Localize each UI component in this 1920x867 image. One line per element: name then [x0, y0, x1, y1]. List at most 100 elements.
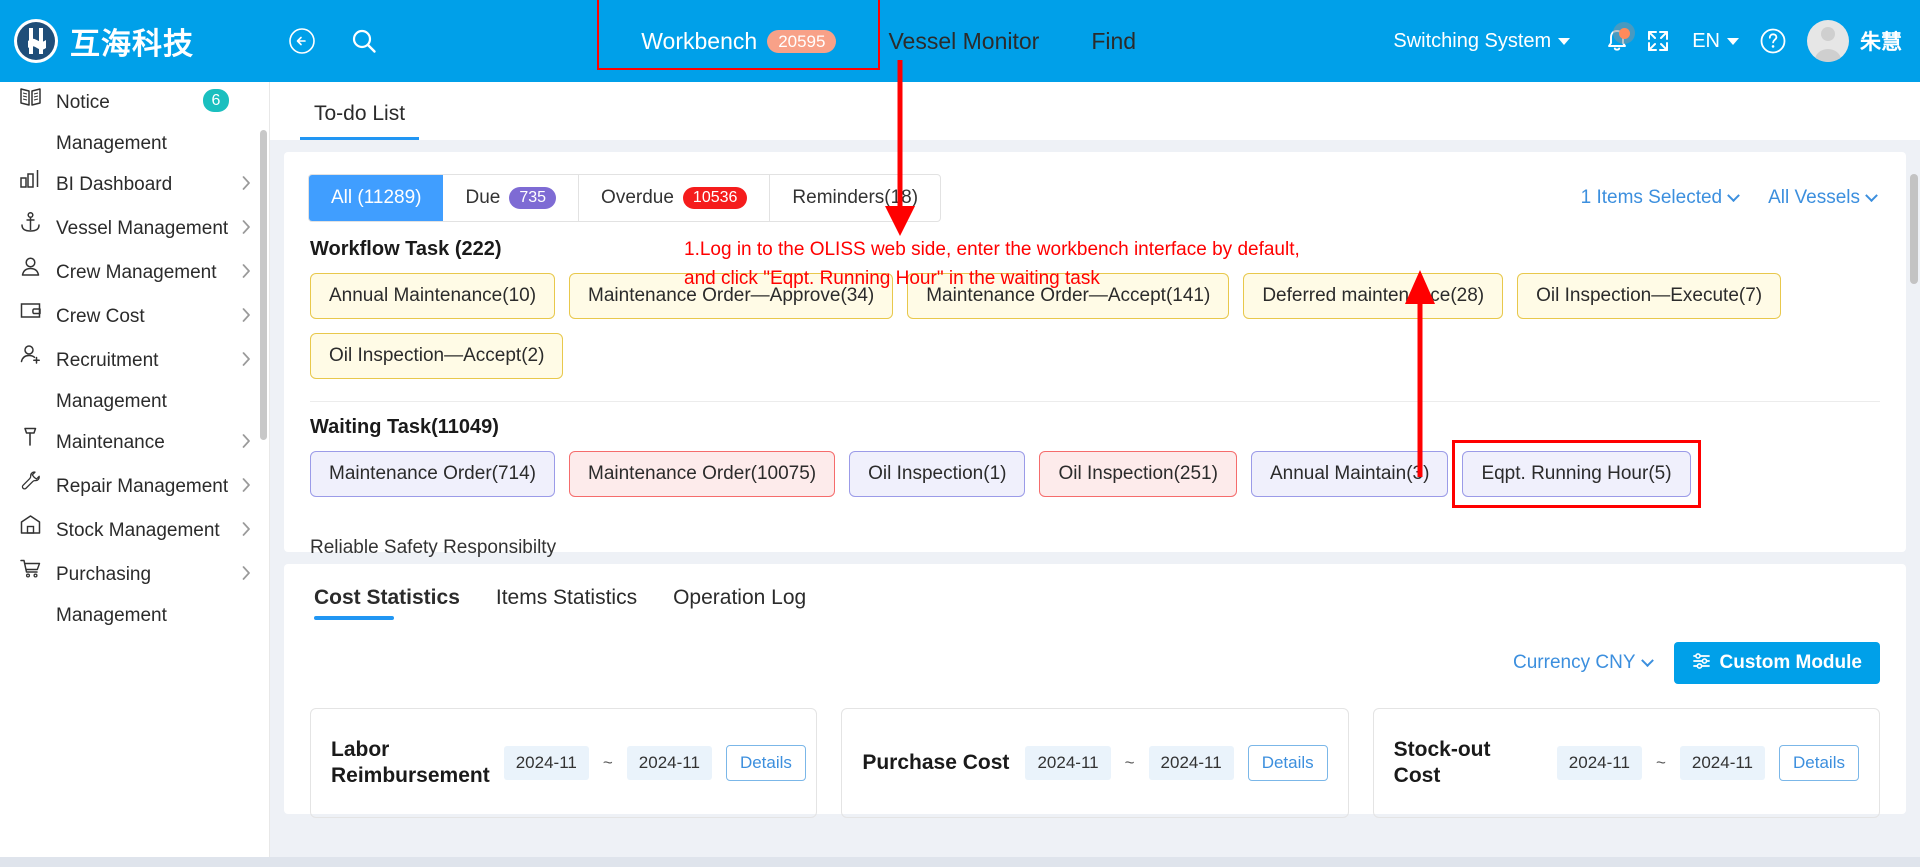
chevron-right-icon	[237, 164, 255, 190]
nav-item-vessel-monitor[interactable]: Vessel Monitor	[862, 28, 1065, 55]
chevron-down-icon	[1727, 37, 1739, 45]
switching-system-dropdown[interactable]: Switching System	[1393, 30, 1571, 53]
filter-tab-overdue-label: Overdue	[601, 187, 674, 208]
sidebar-item-recruitment-management-label: Recruitment Management	[56, 350, 167, 412]
brand-name: 互海科技	[70, 28, 194, 61]
custom-module-button[interactable]: Custom Module	[1673, 642, 1880, 684]
chip-oil-inspection-execute[interactable]: Oil Inspection—Execute(7)	[1517, 273, 1782, 319]
nav-item-vessel-monitor-label: Vessel Monitor	[888, 27, 1040, 54]
filter-right-tools: 1 Items Selected All Vessels	[1581, 187, 1882, 209]
workflow-task-title: Workflow Task (222)	[310, 238, 502, 260]
all-vessels-dropdown[interactable]: All Vessels	[1768, 187, 1878, 209]
cost-card-labor-reimbursement: Labor Reimbursement 2024-11 ~ 2024-11 De…	[310, 708, 818, 818]
filter-tab-all[interactable]: All (11289)	[309, 175, 444, 221]
filter-row: All (11289) Due 735 Overdue 10536 Remind…	[284, 152, 1906, 222]
tab-items-statistics[interactable]: Items Statistics	[478, 586, 655, 620]
tab-operation-log-label: Operation Log	[673, 586, 807, 609]
bottom-strip	[0, 857, 1920, 867]
date-range-separator: ~	[1655, 753, 1666, 772]
cost-card-purchase-cost: Purchase Cost 2024-11 ~ 2024-11 Details	[841, 708, 1349, 818]
language-selector[interactable]: EN	[1692, 30, 1739, 53]
person-icon	[18, 252, 52, 279]
statistics-tabs: Cost Statistics Items Statistics Operati…	[284, 564, 1906, 620]
warehouse-icon	[18, 510, 52, 537]
chevron-right-icon	[237, 340, 255, 366]
chip-deferred-maintenance[interactable]: Deferred maintenance(28)	[1243, 273, 1504, 319]
chip-annual-maintenance[interactable]: Annual Maintenance(10)	[310, 273, 556, 319]
sidebar: Notice Management 6 BI Dashboard Vessel …	[0, 82, 270, 867]
chip-maintenance-order-714[interactable]: Maintenance Order(714)	[310, 451, 555, 497]
chip-maintenance-order-approve-label: Maintenance Order—Approve(34)	[588, 285, 875, 306]
sidebar-item-notice-management[interactable]: Notice Management 6	[0, 82, 269, 164]
all-vessels-label: All Vessels	[1768, 187, 1860, 208]
chip-oil-inspection-1[interactable]: Oil Inspection(1)	[849, 451, 1026, 497]
filter-tab-due[interactable]: Due 735	[443, 175, 580, 221]
stockout-date-from[interactable]: 2024-11	[1556, 746, 1642, 780]
chevron-right-icon	[237, 510, 255, 536]
filter-tab-due-count: 735	[509, 187, 557, 209]
chip-maintenance-order-10075[interactable]: Maintenance Order(10075)	[569, 451, 836, 497]
chip-eqpt-running-hour[interactable]: Eqpt. Running Hour(5)	[1462, 451, 1691, 497]
tab-cost-statistics[interactable]: Cost Statistics	[310, 586, 478, 620]
filter-tab-overdue[interactable]: Overdue 10536	[579, 175, 771, 221]
chevron-down-icon	[1727, 188, 1740, 202]
stockout-date-to[interactable]: 2024-11	[1679, 746, 1766, 780]
workflow-task-chips: Annual Maintenance(10) Maintenance Order…	[284, 261, 1906, 379]
sidebar-item-repair-management-label: Repair Management	[56, 476, 229, 497]
chip-maintenance-order-accept[interactable]: Maintenance Order—Accept(141)	[907, 273, 1230, 319]
chip-maintenance-order-approve[interactable]: Maintenance Order—Approve(34)	[569, 273, 894, 319]
sidebar-item-repair-management[interactable]: Repair Management	[0, 466, 269, 510]
main-scrollbar[interactable]	[1910, 174, 1918, 284]
notice-badge: 6	[203, 89, 229, 113]
waiting-task-chips: Maintenance Order(714) Maintenance Order…	[284, 439, 1906, 508]
tab-cost-statistics-label: Cost Statistics	[314, 586, 460, 609]
items-selected-dropdown[interactable]: 1 Items Selected	[1581, 187, 1740, 209]
labor-date-from[interactable]: 2024-11	[503, 746, 589, 780]
chip-annual-maintain-3-label: Annual Maintain(3)	[1269, 463, 1430, 484]
purchase-date-from[interactable]: 2024-11	[1025, 746, 1111, 780]
sidebar-item-purchasing-management[interactable]: Purchasing Management	[0, 554, 269, 636]
custom-module-label: Custom Module	[1719, 652, 1863, 673]
chip-annual-maintenance-label: Annual Maintenance(10)	[329, 285, 537, 306]
sidebar-scrollbar[interactable]	[260, 130, 267, 440]
chevron-right-icon	[237, 252, 255, 278]
wrench-icon	[18, 466, 52, 493]
chevron-down-icon	[1640, 653, 1654, 667]
chip-oil-inspection-accept[interactable]: Oil Inspection—Accept(2)	[310, 333, 564, 379]
fullscreen-icon[interactable]	[1638, 21, 1678, 61]
sliders-icon	[1692, 651, 1711, 676]
chip-oil-inspection-251[interactable]: Oil Inspection(251)	[1039, 451, 1237, 497]
sidebar-item-maintenance[interactable]: Maintenance	[0, 422, 269, 466]
status-filter-tabs: All (11289) Due 735 Overdue 10536 Remind…	[308, 174, 942, 222]
sidebar-item-crew-management[interactable]: Crew Management	[0, 252, 269, 296]
chevron-right-icon	[237, 422, 255, 448]
chip-annual-maintain-3[interactable]: Annual Maintain(3)	[1250, 451, 1449, 497]
sidebar-item-crew-cost[interactable]: Crew Cost	[0, 296, 269, 340]
user-avatar[interactable]	[1807, 20, 1849, 62]
back-arrow-icon[interactable]	[282, 21, 322, 61]
chip-eqpt-running-hour-label: Eqpt. Running Hour(5)	[1481, 463, 1672, 484]
purchase-details-button[interactable]: Details	[1247, 745, 1328, 781]
sidebar-item-vessel-management[interactable]: Vessel Management	[0, 208, 269, 252]
nav-item-workbench[interactable]: Workbench 20595	[597, 0, 881, 70]
tab-todo-list[interactable]: To-do List	[300, 102, 420, 140]
tab-operation-log[interactable]: Operation Log	[655, 586, 824, 620]
notification-bell-icon[interactable]	[1596, 20, 1638, 62]
filter-tab-reminders[interactable]: Reminders(18)	[770, 175, 940, 221]
sidebar-item-bi-dashboard[interactable]: BI Dashboard	[0, 164, 269, 208]
search-icon[interactable]	[344, 21, 384, 61]
purchase-date-to[interactable]: 2024-11	[1148, 746, 1234, 780]
date-range-separator: ~	[1124, 753, 1135, 772]
waiting-task-title: Waiting Task(11049)	[310, 416, 499, 438]
help-circle-icon[interactable]	[1753, 21, 1793, 61]
sidebar-item-recruitment-management[interactable]: Recruitment Management	[0, 340, 269, 422]
filter-tab-all-label: All (11289)	[331, 187, 422, 208]
labor-details-button[interactable]: Details	[725, 745, 806, 781]
currency-dropdown[interactable]: Currency CNY	[1513, 652, 1654, 674]
header-right-tools: Switching System EN 朱慧	[1393, 20, 1920, 62]
labor-date-to[interactable]: 2024-11	[626, 746, 712, 780]
stockout-details-button[interactable]: Details	[1779, 745, 1859, 781]
statistics-card: Cost Statistics Items Statistics Operati…	[284, 564, 1906, 818]
sidebar-item-stock-management[interactable]: Stock Management	[0, 510, 269, 554]
nav-item-find[interactable]: Find	[1065, 28, 1162, 55]
